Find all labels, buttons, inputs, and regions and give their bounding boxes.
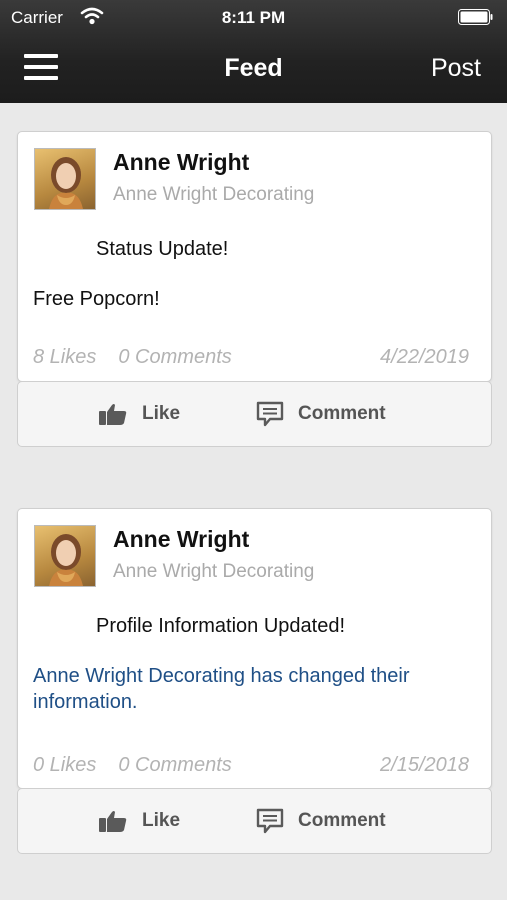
post-title: Status Update! [96, 238, 229, 260]
comments-count[interactable]: 0 Comments [118, 346, 231, 368]
post-date: 4/22/2019 [380, 346, 469, 368]
post-body-link[interactable]: Anne Wright Decorating has changed their… [33, 663, 478, 715]
author-name[interactable]: Anne Wright [113, 149, 249, 176]
nav-bar: Feed Post [0, 36, 507, 103]
author-name[interactable]: Anne Wright [113, 526, 249, 553]
thumbs-up-icon [99, 811, 127, 832]
like-label: Like [142, 810, 181, 831]
app-header: Carrier 8:11 PM Feed Post [0, 0, 507, 103]
feed-post: Anne Wright Anne Wright Decorating Statu… [17, 131, 492, 382]
post-actions: Like Comment [17, 788, 492, 854]
post-date: 2/15/2018 [380, 754, 469, 776]
like-label: Like [142, 403, 181, 424]
comment-button[interactable]: Comment [256, 382, 386, 446]
likes-count[interactable]: 0 Likes [33, 754, 96, 776]
battery-icon [458, 9, 493, 25]
post-stats: 0 Likes 0 Comments [33, 754, 232, 777]
comment-label: Comment [298, 403, 386, 424]
thumbs-up-icon [99, 404, 127, 425]
post-stats: 8 Likes 0 Comments [33, 346, 232, 369]
comment-icon [256, 401, 284, 427]
feed-post: Anne Wright Anne Wright Decorating Profi… [17, 508, 492, 789]
post-title: Profile Information Updated! [96, 615, 346, 637]
comment-label: Comment [298, 810, 386, 831]
comment-button[interactable]: Comment [256, 789, 386, 853]
like-button[interactable]: Like [98, 382, 180, 446]
avatar[interactable] [34, 525, 96, 587]
comments-count[interactable]: 0 Comments [118, 754, 231, 776]
company-name: Anne Wright Decorating [113, 184, 315, 205]
post-body: Free Popcorn! [33, 288, 160, 310]
status-bar: Carrier 8:11 PM [0, 0, 507, 36]
like-button[interactable]: Like [98, 789, 180, 853]
avatar[interactable] [34, 148, 96, 210]
post-button[interactable]: Post [431, 54, 481, 83]
comment-icon [256, 808, 284, 834]
company-name: Anne Wright Decorating [113, 561, 315, 582]
post-actions: Like Comment [17, 381, 492, 447]
clock: 8:11 PM [221, 8, 286, 27]
likes-count[interactable]: 8 Likes [33, 346, 96, 368]
